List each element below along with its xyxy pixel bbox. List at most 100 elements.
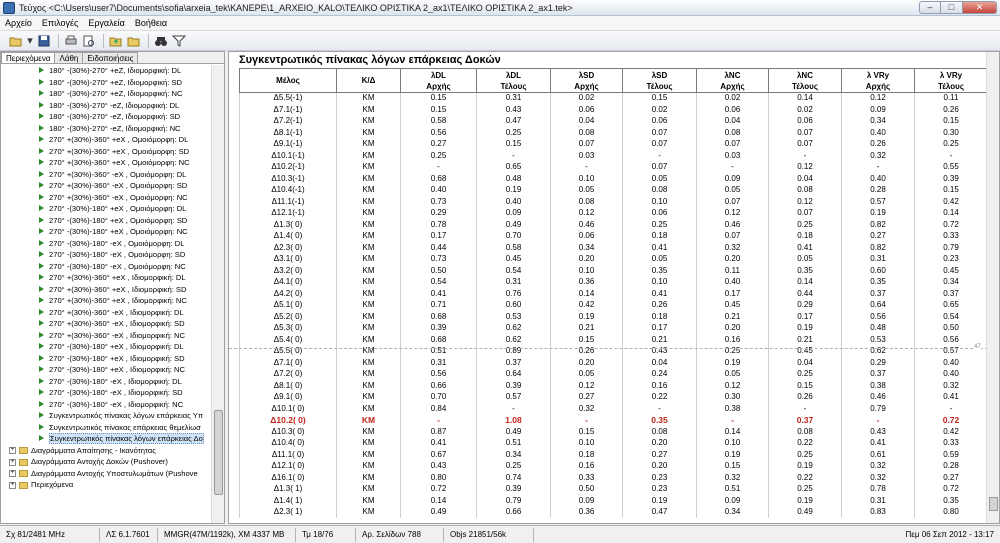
tree-item-label: Συγκεντρωτικός πίνακας επάρκειας θεμελίω… bbox=[49, 422, 201, 432]
tree-item[interactable]: 270° -(30%)-180° -eX , Ομοιόμορφη: DL bbox=[1, 238, 211, 250]
ratio-cell: 0.17 bbox=[622, 322, 697, 334]
tree-item[interactable]: Συγκεντρωτικός πίνακας λόγων επάρκειας Δ… bbox=[1, 433, 211, 445]
green-arrow-icon bbox=[39, 205, 44, 211]
save-icon[interactable] bbox=[36, 33, 52, 49]
kd-cell: KM bbox=[336, 426, 401, 438]
tree-item[interactable]: 270° +(30%)-360° -eX , Ιδιομορφική: DL bbox=[1, 307, 211, 319]
tree-item[interactable]: 270° +(30%)-360° -eX , Ιδιομορφική: SD bbox=[1, 318, 211, 330]
print-preview-icon[interactable] bbox=[81, 33, 97, 49]
tree-item[interactable]: 180° -(30%)-270° +eZ, Ιδιομορφική: SD bbox=[1, 77, 211, 89]
tree-item[interactable]: Συγκεντρωτικός πίνακας λόγων επάρκειας Υ… bbox=[1, 410, 211, 422]
left-scrollbar[interactable] bbox=[211, 65, 224, 523]
column-header: Μέλος bbox=[239, 68, 337, 93]
minimize-button[interactable]: – bbox=[919, 0, 941, 14]
member-cell: Δ10.3(-1) bbox=[239, 173, 337, 185]
ratio-cell: 0.19 bbox=[476, 184, 551, 196]
tree-item[interactable]: 270° -(30%)-180° +eX , Ομοιόμορφη: NC bbox=[1, 226, 211, 238]
expand-icon[interactable]: + bbox=[9, 481, 16, 489]
ratio-cell: 0.72 bbox=[400, 483, 477, 495]
tab-contents[interactable]: Περιεχόμενα bbox=[1, 52, 56, 63]
ratio-cell: 0.11 bbox=[696, 265, 769, 277]
tree-folder[interactable]: + Διαγράμματα Αντοχής Υποστυλωμάτων (Push… bbox=[1, 468, 211, 480]
tree-item[interactable]: 270° +(30%)-360° -eX , Ομοιόμορφη: SD bbox=[1, 180, 211, 192]
tree-item[interactable]: 180° -(30%)-270° +eZ, Ιδιομορφική: NC bbox=[1, 88, 211, 100]
tree-item[interactable]: 270° -(30%)-180° +eX , Ομοιόμορφη: SD bbox=[1, 215, 211, 227]
ratio-cell: 0.02 bbox=[550, 92, 623, 104]
tree-item[interactable]: 270° +(30%)-360° -eX , Ομοιόμορφη: NC bbox=[1, 192, 211, 204]
tree-folder[interactable]: + Περιεχόμενα bbox=[1, 479, 211, 491]
close-button[interactable]: ✕ bbox=[963, 0, 997, 14]
ratio-cell: 0.19 bbox=[768, 322, 842, 334]
folder-up-icon[interactable] bbox=[108, 33, 124, 49]
column-header: λ VRy Τέλους bbox=[914, 68, 988, 93]
print-icon[interactable] bbox=[63, 33, 79, 49]
maximize-button[interactable]: □ bbox=[941, 0, 963, 14]
app-icon bbox=[3, 1, 15, 14]
filter-icon[interactable] bbox=[171, 33, 187, 49]
tree-item[interactable]: 270° -(30%)-180° -eX , Ομοιόμορφη: SD bbox=[1, 249, 211, 261]
left-scrollbar-thumb[interactable] bbox=[214, 410, 223, 495]
expand-icon[interactable]: + bbox=[9, 458, 16, 466]
tab-errors[interactable]: Λάθη bbox=[54, 52, 84, 63]
tree-item[interactable]: 270° +(30%)-360° +eX , Ομοιόμορφη: NC bbox=[1, 157, 211, 169]
tree-item[interactable]: 270° +(30%)-360° +eX , Ιδιομορφική: NC bbox=[1, 295, 211, 307]
table-row: Δ10.4(-1) KM 0.40 0.19 0.05 0.08 0.05 0.08 0.28 0… bbox=[239, 184, 988, 196]
menu-options[interactable]: Επιλογές bbox=[37, 18, 83, 28]
menu-file[interactable]: Αρχείο bbox=[0, 18, 37, 28]
kd-cell: KM bbox=[336, 495, 401, 507]
ratio-cell: 0.54 bbox=[914, 311, 988, 323]
tab-notifications[interactable]: Ειδοποιήσεις bbox=[82, 52, 139, 63]
menu-help[interactable]: Βοήθεια bbox=[130, 18, 172, 28]
report-scrollbar[interactable] bbox=[986, 52, 999, 523]
kd-cell: KM bbox=[336, 161, 401, 173]
member-cell: Δ10.2(-1) bbox=[239, 161, 337, 173]
expand-icon[interactable]: + bbox=[9, 447, 16, 454]
menu-tools[interactable]: Εργαλεία bbox=[83, 18, 130, 28]
table-row: Δ10.1( 0) KM 0.84-0.32-0.38-0.79- bbox=[239, 403, 988, 415]
tree-item[interactable]: 180° -(30%)-270° -eZ, Ιδιομορφική: SD bbox=[1, 111, 211, 123]
tree-item[interactable]: 270° -(30%)-180° -eX , Ιδιομορφική: NC bbox=[1, 399, 211, 411]
adequacy-table: Μέλος Κ/Δ λDL Αρχής λDL Τέλους λSD Αρχής λSD Τέλο… bbox=[239, 68, 988, 518]
member-cell: Δ1.3( 1) bbox=[239, 483, 337, 495]
tree-item[interactable]: 270° -(30%)-180° +eX , Ιδιομορφική: SD bbox=[1, 353, 211, 365]
ratio-cell: 0.32 bbox=[696, 242, 769, 254]
tree-folder[interactable]: + Διαγράμματα Απαίτησης - Ικανότητας bbox=[1, 445, 211, 457]
member-cell: Δ1.4( 1) bbox=[239, 495, 337, 507]
tree-item[interactable]: 270° +(30%)-360° +eX , Ομοιόμορφη: SD bbox=[1, 146, 211, 158]
tree-folder[interactable]: + Διαγράμματα Αντοχής Δοκών (Pushover) bbox=[1, 456, 211, 468]
column-header-sub: Αρχής bbox=[865, 81, 891, 91]
tree-item[interactable]: 180° -(30%)-270° -eZ, Ιδιομορφική: DL bbox=[1, 100, 211, 112]
green-arrow-icon bbox=[39, 412, 44, 418]
ratio-cell: 0.35 bbox=[622, 414, 697, 426]
ratio-cell: 0.78 bbox=[400, 219, 477, 231]
tree-item[interactable]: 270° -(30%)-180° +eX , Ιδιομορφική: NC bbox=[1, 364, 211, 376]
ratio-cell: 0.48 bbox=[476, 173, 551, 185]
tree-item[interactable]: 270° +(30%)-360° -eX , Ομοιόμορφη: DL bbox=[1, 169, 211, 181]
tree-item[interactable]: 180° -(30%)-270° -eZ, Ιδιομορφική: NC bbox=[1, 123, 211, 135]
status-cpu: Σχ 81/2481 MHz bbox=[0, 527, 100, 542]
dropdown-icon[interactable]: ▾ bbox=[26, 33, 34, 49]
expand-icon[interactable]: + bbox=[9, 470, 16, 477]
tree-item[interactable]: 270° +(30%)-360° +eX , Ιδιομορφική: SD bbox=[1, 284, 211, 296]
ratio-cell: 0.34 bbox=[696, 506, 769, 518]
ratio-cell: 0.62 bbox=[476, 322, 551, 334]
tree-item[interactable]: 180° -(30%)-270° +eZ, Ιδιομορφική: DL bbox=[1, 65, 211, 77]
open-folder-icon[interactable] bbox=[8, 33, 24, 49]
ratio-cell: 0.05 bbox=[622, 253, 697, 265]
tree-item[interactable]: 270° +(30%)-360° -eX , Ιδιομορφική: NC bbox=[1, 330, 211, 342]
ratio-cell: 0.15 bbox=[550, 334, 623, 346]
folder-icon[interactable] bbox=[126, 33, 142, 49]
tree-item[interactable]: 270° -(30%)-180° -eX , Ιδιομορφική: DL bbox=[1, 376, 211, 388]
tree-item[interactable]: 270° -(30%)-180° -eX , Ιδιομορφική: SD bbox=[1, 387, 211, 399]
ratio-cell: 0.28 bbox=[841, 184, 915, 196]
tree-item[interactable]: 270° -(30%)-180° +eX , Ομοιόμορφη: DL bbox=[1, 203, 211, 215]
report-scrollbar-thumb[interactable] bbox=[989, 497, 998, 511]
tree-item[interactable]: 270° +(30%)-360° +eX , Ομοιόμορφη: DL bbox=[1, 134, 211, 146]
ratio-cell: 0.09 bbox=[550, 495, 623, 507]
tree-item[interactable]: Συγκεντρωτικός πίνακας επάρκειας θεμελίω… bbox=[1, 422, 211, 434]
tree-item[interactable]: 270° +(30%)-360° +eX , Ιδιομορφική: DL bbox=[1, 272, 211, 284]
binoculars-icon[interactable] bbox=[153, 33, 169, 49]
green-arrow-icon bbox=[39, 366, 44, 372]
tree-item[interactable]: 270° -(30%)-180° -eX , Ομοιόμορφη: NC bbox=[1, 261, 211, 273]
tree-item[interactable]: 270° -(30%)-180° +eX , Ιδιομορφική: DL bbox=[1, 341, 211, 353]
